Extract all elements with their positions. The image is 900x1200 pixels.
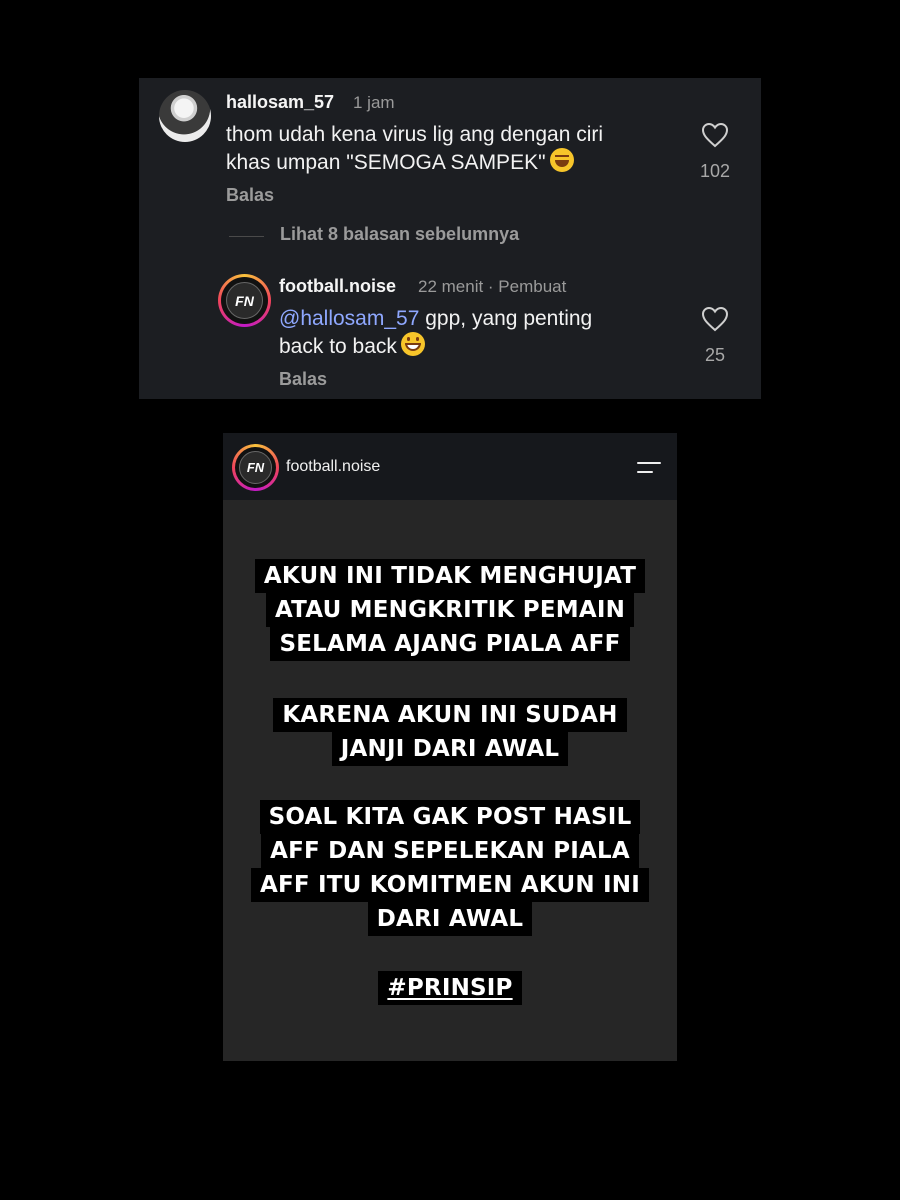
grinning-emoji-icon (400, 332, 425, 356)
comment-text-line: thom udah kena virus lig ang dengan ciri (226, 123, 604, 146)
reply-text: @hallosam_57 gpp, yang penting back to b… (279, 305, 592, 360)
story-text-line: DARI AWAL (367, 902, 533, 936)
football-noise-avatar[interactable]: FN (218, 274, 271, 327)
football-noise-avatar[interactable]: FN (232, 444, 279, 491)
story-text-line: KARENA AKUN INI SUDAH (273, 698, 627, 732)
reply-time: 22 menit · Pembuat (418, 277, 567, 296)
heart-icon[interactable] (701, 122, 729, 148)
hashtag-text[interactable]: #PRINSIP (378, 971, 522, 1005)
story-text-line: JANJI DARI AWAL (331, 732, 569, 766)
reply-button[interactable]: Balas (226, 185, 274, 206)
story-text-line: AFF ITU KOMITMEN AKUN INI (250, 868, 649, 902)
reply-text-line: back to back (279, 335, 397, 358)
mention-link[interactable]: @hallosam_57 (279, 307, 419, 330)
story-header: FN football.noise (223, 433, 677, 500)
story-text-line: AKUN INI TIDAK MENGHUJAT (254, 559, 646, 593)
story-text-block: AKUN INI TIDAK MENGHUJAT ATAU MENGKRITIK… (223, 559, 677, 661)
view-more-replies-button[interactable]: Lihat 8 balasan sebelumnya (280, 224, 519, 245)
divider-line (229, 236, 264, 237)
fn-logo-text: FN (226, 282, 263, 319)
story-text-line: SELAMA AJANG PIALA AFF (270, 627, 630, 661)
story-text-line: ATAU MENGKRITIK PEMAIN (265, 593, 635, 627)
like-count: 25 (704, 345, 726, 365)
comment-text-line: khas umpan "SEMOGA SAMPEK" (226, 151, 546, 174)
reply-text-line: gpp, yang penting (419, 307, 593, 330)
story-text-line: SOAL KITA GAK POST HASIL (259, 800, 641, 834)
heart-icon[interactable] (701, 306, 729, 332)
story-card: FN football.noise AKUN INI TIDAK MENGHUJ… (223, 433, 677, 1061)
comment-time: 1 jam (353, 93, 395, 112)
laughing-emoji-icon (549, 148, 574, 172)
story-text-block: SOAL KITA GAK POST HASIL AFF DAN SEPELEK… (223, 800, 677, 936)
comment-text: thom udah kena virus lig ang dengan ciri… (226, 121, 603, 176)
reply-username[interactable]: football.noise (279, 276, 396, 297)
story-account-name[interactable]: football.noise (286, 458, 380, 476)
story-text-block: KARENA AKUN INI SUDAH JANJI DARI AWAL (223, 698, 677, 766)
comment-thread: hallosam_57 1 jam thom udah kena virus l… (139, 78, 761, 399)
user-avatar[interactable] (159, 90, 211, 142)
story-text-line: AFF DAN SEPELEKAN PIALA (261, 834, 639, 868)
fn-logo-text: FN (239, 451, 272, 484)
reply-button[interactable]: Balas (279, 369, 327, 390)
comment-username[interactable]: hallosam_57 (226, 92, 334, 113)
menu-icon[interactable] (637, 461, 663, 475)
story-text-block: #PRINSIP (223, 971, 677, 1005)
like-count: 102 (699, 161, 731, 181)
